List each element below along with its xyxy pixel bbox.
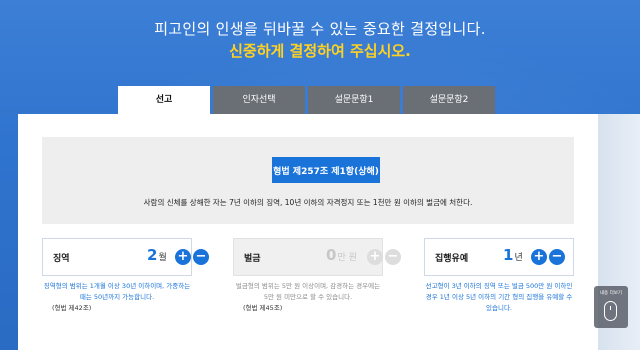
imprisonment-description: 징역형의 범위는 1개월 이상 30년 이하이며, 가중하는 때는 50년까지 …	[42, 281, 192, 314]
probation-number: 1	[503, 246, 514, 264]
minus-icon[interactable]: −	[549, 249, 565, 265]
sentence-panel: 형법 제257조 제1항(상해) 사람의 신체를 상해한 자는 7년 이하의 징…	[18, 114, 598, 350]
plus-icon[interactable]: +	[531, 249, 547, 265]
fine-card: 벌금 0만 원 + −	[233, 238, 401, 276]
imprisonment-desc-text: 징역형의 범위는 1개월 이상 30년 이하이며, 가중하는 때는 50년까지 …	[43, 282, 191, 301]
fine-description: 벌금형의 범위는 5만 원 이상이며, 감경하는 경우에는 5만 원 미만으로 …	[233, 281, 383, 314]
tab-sentence[interactable]: 선고	[118, 86, 210, 116]
page-subline: 신중하게 결정하여 주십시오.	[229, 42, 411, 60]
imprisonment-card: 징역 2월 + −	[42, 238, 209, 276]
probation-value: 1년	[503, 246, 523, 264]
minus-icon[interactable]: −	[385, 249, 401, 265]
tab-bar: 선고 인자선택 설문문항1 설문문항2	[118, 86, 498, 116]
imprisonment-number: 2	[147, 246, 158, 264]
law-article-button[interactable]: 형법 제257조 제1항(상해)	[272, 157, 380, 183]
plus-icon[interactable]: +	[367, 249, 383, 265]
mouse-icon	[604, 301, 617, 321]
plus-icon[interactable]: +	[175, 249, 191, 265]
law-box: 형법 제257조 제1항(상해) 사람의 신체를 상해한 자는 7년 이하의 징…	[42, 137, 574, 224]
imprisonment-law-ref: (형법 제42조)	[52, 304, 92, 312]
probation-label: 집행유예	[435, 254, 469, 264]
fine-number: 0	[326, 246, 337, 264]
probation-unit: 년	[514, 253, 523, 263]
fine-desc-text: 벌금형의 범위는 5만 원 이상이며, 감경하는 경우에는 5만 원 미만으로 …	[235, 282, 381, 301]
law-text: 사람의 신체를 상해한 자는 7년 이하의 징역, 10년 이하의 자격정지 또…	[143, 198, 473, 207]
fine-label: 벌금	[244, 254, 261, 264]
scroll-more-widget[interactable]: 내용 더보기	[594, 286, 628, 328]
imprisonment-value: 2월	[147, 246, 167, 264]
fine-unit: 만 원	[337, 253, 357, 263]
imprisonment-label: 징역	[53, 254, 70, 264]
scroll-more-label: 내용 더보기	[599, 291, 623, 296]
tab-survey-2[interactable]: 설문문항2	[403, 86, 495, 114]
probation-description: 선고형이 3년 이하의 징역 또는 벌금 500만 원 이하인 경우 1년 이상…	[425, 282, 573, 312]
probation-card: 집행유예 1년 + −	[424, 238, 574, 276]
tab-survey-1[interactable]: 설문문항1	[308, 86, 400, 114]
page-headline: 피고인의 인생을 뒤바꿀 수 있는 중요한 결정입니다.	[154, 20, 486, 38]
minus-icon[interactable]: −	[193, 249, 209, 265]
tab-factor-select[interactable]: 인자선택	[213, 86, 305, 114]
fine-value: 0만 원	[326, 246, 357, 264]
imprisonment-unit: 월	[158, 253, 167, 263]
fine-law-ref: (형법 제45조)	[243, 304, 283, 312]
